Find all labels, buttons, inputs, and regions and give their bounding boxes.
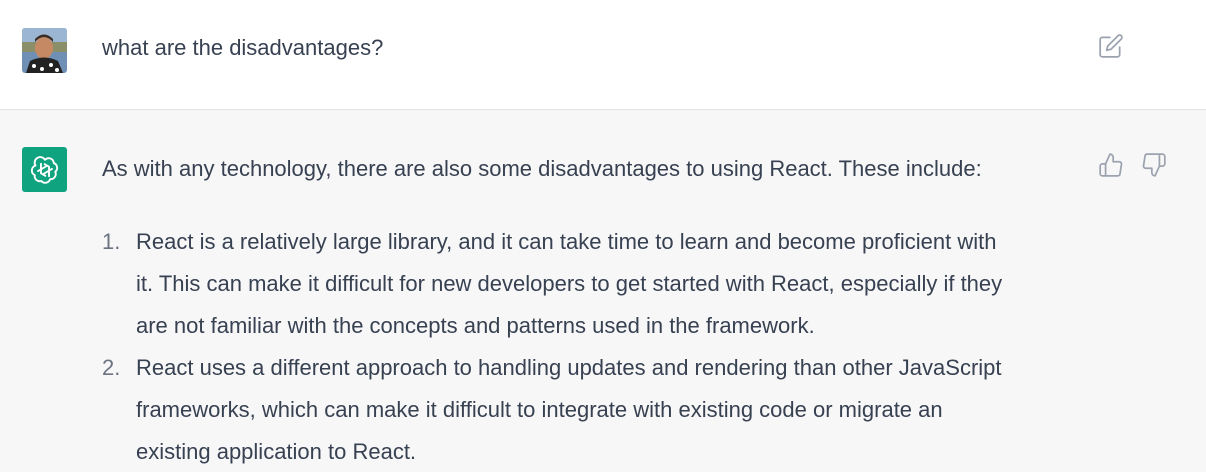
thumbs-down-button[interactable] <box>1141 152 1167 178</box>
list-item-line: existing application to React. <box>136 439 417 464</box>
assistant-avatar <box>22 147 67 192</box>
user-message-row: what are the disadvantages? <box>0 0 1206 110</box>
assistant-intro-text: As with any technology, there are also s… <box>102 156 982 181</box>
disadvantages-list: 1. React is a relatively large library, … <box>102 221 1102 473</box>
edit-message-button[interactable] <box>1098 33 1124 59</box>
user-message-text: what are the disadvantages? <box>102 35 384 60</box>
list-item-line: are not familiar with the concepts and p… <box>136 313 815 338</box>
edit-icon <box>1099 34 1123 58</box>
list-item-number: 2. <box>102 355 121 380</box>
list-item: 1. React is a relatively large library, … <box>102 221 1102 347</box>
thumbs-down-icon <box>1142 153 1166 177</box>
list-item-number: 1. <box>102 229 121 254</box>
list-item: 2. React uses a different approach to ha… <box>102 347 1102 473</box>
thumbs-up-icon <box>1099 153 1123 177</box>
list-item-line: React is a relatively large library, and… <box>136 229 997 254</box>
list-item-line: React uses a different approach to handl… <box>136 355 1002 380</box>
user-photo-avatar <box>22 28 67 73</box>
list-item-line: frameworks, which can make it difficult … <box>136 397 943 422</box>
list-item-line: it. This can make it difficult for new d… <box>136 271 1003 296</box>
user-avatar <box>22 28 67 73</box>
assistant-message-row: As with any technology, there are also s… <box>0 110 1206 472</box>
chatgpt-logo-icon <box>30 155 58 184</box>
thumbs-up-button[interactable] <box>1098 152 1124 178</box>
